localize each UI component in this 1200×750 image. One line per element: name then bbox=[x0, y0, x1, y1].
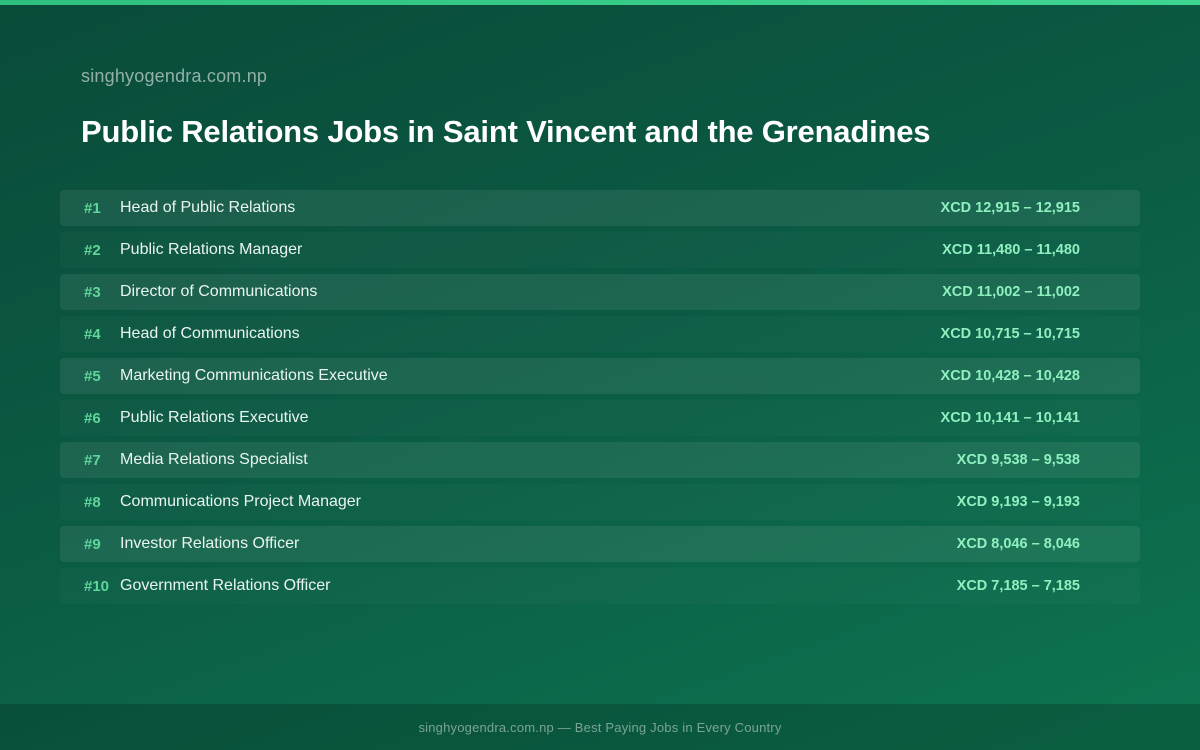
job-row: #9 Investor Relations Officer XCD 8,046 … bbox=[60, 526, 1140, 562]
job-title: Media Relations Specialist bbox=[120, 451, 308, 468]
job-row: #3 Director of Communications XCD 11,002… bbox=[60, 274, 1140, 310]
job-title: Marketing Communications Executive bbox=[120, 367, 388, 384]
job-rank: #9 bbox=[84, 535, 101, 553]
job-salary: XCD 10,141 – 10,141 bbox=[940, 410, 1080, 426]
top-accent-bar bbox=[0, 0, 1200, 5]
job-salary: XCD 10,715 – 10,715 bbox=[940, 326, 1080, 342]
job-salary: XCD 9,193 – 9,193 bbox=[956, 494, 1080, 510]
job-title: Investor Relations Officer bbox=[120, 535, 300, 552]
job-title: Public Relations Executive bbox=[120, 409, 309, 426]
page-title: Public Relations Jobs in Saint Vincent a… bbox=[81, 114, 931, 149]
job-title: Head of Communications bbox=[120, 325, 300, 342]
job-salary: XCD 12,915 – 12,915 bbox=[940, 200, 1080, 216]
job-salary: XCD 8,046 – 8,046 bbox=[956, 536, 1080, 552]
job-row: #2 Public Relations Manager XCD 11,480 –… bbox=[60, 232, 1140, 268]
job-title: Communications Project Manager bbox=[120, 493, 361, 510]
job-row: #5 Marketing Communications Executive XC… bbox=[60, 358, 1140, 394]
site-name: singhyogendra.com.np bbox=[81, 66, 268, 86]
job-rank: #4 bbox=[84, 325, 101, 343]
job-title: Head of Public Relations bbox=[120, 199, 296, 216]
job-title: Public Relations Manager bbox=[120, 241, 303, 258]
job-salary: XCD 9,538 – 9,538 bbox=[956, 452, 1080, 468]
job-salary: XCD 11,480 – 11,480 bbox=[942, 242, 1080, 258]
job-rank: #1 bbox=[84, 199, 101, 217]
job-row: #7 Media Relations Specialist XCD 9,538 … bbox=[60, 442, 1140, 478]
footer-text: singhyogendra.com.np — Best Paying Jobs … bbox=[418, 719, 782, 735]
job-row: #4 Head of Communications XCD 10,715 – 1… bbox=[60, 316, 1140, 352]
jobs-list: #1 Head of Public Relations XCD 12,915 –… bbox=[60, 190, 1140, 610]
job-title: Government Relations Officer bbox=[120, 577, 331, 594]
job-rank: #7 bbox=[84, 451, 101, 469]
job-salary: XCD 11,002 – 11,002 bbox=[942, 284, 1080, 300]
job-row: #1 Head of Public Relations XCD 12,915 –… bbox=[60, 190, 1140, 226]
job-row: #10 Government Relations Officer XCD 7,1… bbox=[60, 568, 1140, 604]
job-rank: #10 bbox=[84, 577, 110, 595]
footer: singhyogendra.com.np — Best Paying Jobs … bbox=[0, 704, 1200, 750]
job-rank: #8 bbox=[84, 493, 101, 511]
job-salary: XCD 7,185 – 7,185 bbox=[956, 578, 1080, 594]
job-rank: #3 bbox=[84, 283, 101, 301]
job-row: #6 Public Relations Executive XCD 10,141… bbox=[60, 400, 1140, 436]
job-rank: #5 bbox=[84, 367, 101, 385]
job-row: #8 Communications Project Manager XCD 9,… bbox=[60, 484, 1140, 520]
job-salary: XCD 10,428 – 10,428 bbox=[940, 368, 1080, 384]
job-rank: #6 bbox=[84, 409, 101, 427]
job-title: Director of Communications bbox=[120, 283, 318, 300]
job-rank: #2 bbox=[84, 241, 101, 259]
